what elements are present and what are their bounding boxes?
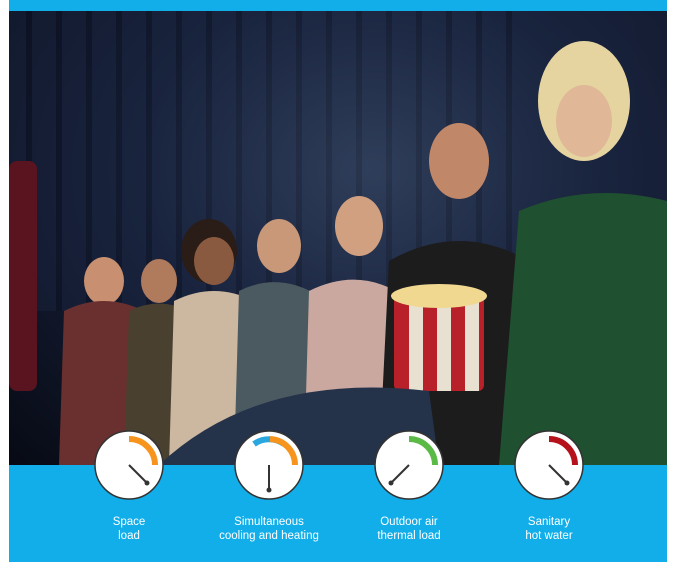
space-load-gauge: Space load: [59, 430, 199, 543]
gauge-dial-icon: [514, 430, 584, 500]
cooling-heating-gauge: Simultaneous cooling and heating: [199, 430, 339, 543]
gauge-label: Outdoor air thermal load: [377, 516, 441, 542]
page-frame: Space load Simultaneous cooling and heat…: [9, 0, 667, 562]
gauge-dial-icon: [234, 430, 304, 500]
gauge-dial-icon: [374, 430, 444, 500]
gauge-label: Simultaneous cooling and heating: [219, 516, 319, 542]
gauge-label: Sanitary hot water: [525, 516, 573, 542]
top-accent-bar: [9, 0, 667, 11]
cinema-audience-photo: [9, 11, 667, 465]
sanitary-hot-water-gauge: Sanitary hot water: [479, 430, 619, 543]
gauge-label: Space load: [112, 516, 146, 542]
gauge-dial-icon: [94, 430, 164, 500]
outdoor-air-gauge: Outdoor air thermal load: [339, 430, 479, 543]
